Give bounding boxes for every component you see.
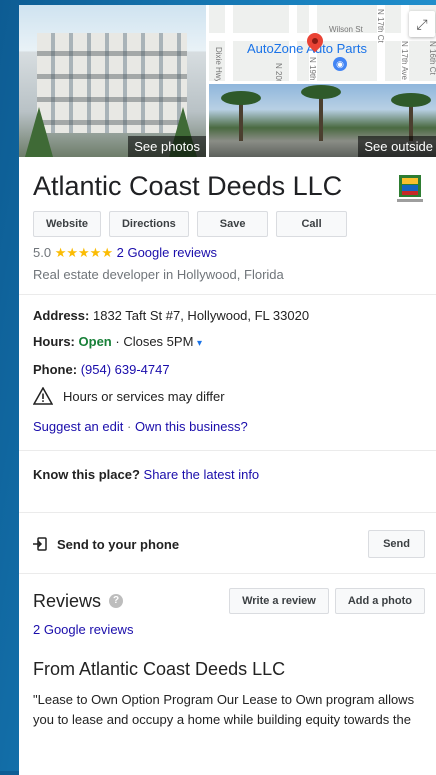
palm-graphic — [221, 91, 261, 141]
business-logo-icon — [397, 175, 423, 202]
know-question: Know this place? — [33, 467, 140, 482]
hours-notice: Hours or services may differ — [33, 387, 425, 405]
website-button[interactable]: Website — [33, 211, 101, 237]
reviews-heading: Reviews — [33, 590, 102, 611]
send-to-phone-icon — [33, 537, 47, 551]
from-business-text: "Lease to Own Option Program Our Lease t… — [33, 692, 415, 727]
map-thumbnail[interactable]: Wilson St AutoZone Auto Parts Dixie Hwy … — [209, 5, 436, 81]
reviews-count: 2 Google reviews — [19, 614, 436, 637]
help-icon[interactable]: ? — [109, 594, 124, 608]
write-review-button[interactable]: Write a review — [229, 588, 329, 614]
suggest-edit-link[interactable]: Suggest an edit — [33, 419, 123, 434]
business-panel: See photos Wilson St AutoZone Auto Parts… — [19, 5, 436, 775]
phone-link[interactable]: (954) 639-4747 — [81, 362, 170, 377]
suggest-row: Suggest an edit · Own this business? — [19, 405, 436, 434]
map-street-label: N 17th Ave — [400, 41, 409, 80]
photo-strip: See photos Wilson St AutoZone Auto Parts… — [19, 5, 436, 157]
review-buttons: Write a review Add a photo — [229, 588, 425, 614]
action-buttons: Website Directions Save Call — [19, 203, 436, 237]
reviews-link[interactable]: 2 Google reviews — [117, 245, 217, 260]
reviews-title: Reviews ? — [33, 590, 124, 612]
map-street-label: N 19th — [308, 57, 317, 81]
hours-open-status[interactable]: Open — [79, 334, 112, 349]
address-value[interactable]: 1832 Taft St #7, Hollywood, FL 33020 — [93, 308, 309, 323]
shopping-bag-icon: ◉ — [333, 57, 347, 71]
see-outside-caption[interactable]: See outside — [358, 136, 436, 157]
reviews-count-link[interactable]: 2 Google reviews — [33, 622, 133, 637]
info-section: Address: 1832 Taft St #7, Hollywood, FL … — [19, 295, 436, 405]
palm-graphic — [301, 85, 341, 141]
hours-close-time[interactable]: · Closes 5PM — [115, 334, 193, 349]
business-category: Real estate developer in Hollywood, Flor… — [33, 267, 284, 282]
send-label: Send to your phone — [57, 536, 180, 552]
save-button[interactable]: Save — [196, 211, 269, 237]
building-graphic — [37, 33, 187, 133]
map-street-label: Dixie Hwy — [214, 47, 223, 81]
map-street-label: Wilson St — [329, 25, 363, 34]
map-street-label: N 20th — [274, 63, 283, 81]
rating-row: 5.0 ★★★★★ 2 Google reviews — [19, 237, 436, 261]
hours-expand-icon[interactable]: ▾ — [197, 338, 202, 349]
send-button[interactable]: Send — [368, 530, 425, 558]
add-photo-button[interactable]: Add a photo — [334, 588, 425, 614]
know-row: Know this place? Share the latest info — [19, 451, 436, 482]
send-row: Send to your phone Send — [19, 513, 436, 561]
expand-map-icon[interactable]: ⤢ — [409, 11, 435, 37]
business-name: Atlantic Coast Deeds LLC — [33, 171, 343, 201]
map-street-label: N 16th Ct — [428, 41, 436, 75]
map-street-label: N 17th Ct — [376, 9, 385, 43]
send-to-phone: Send to your phone — [33, 537, 179, 552]
rating-value: 5.0 — [33, 245, 52, 260]
notice-text: Hours or services may differ — [63, 388, 225, 404]
rating-stars: ★★★★★ — [54, 245, 113, 260]
reviews-header: Reviews ? Write a review Add a photo — [19, 574, 436, 614]
address-line: Address: 1832 Taft St #7, Hollywood, FL … — [33, 307, 425, 325]
tree-graphic — [25, 107, 53, 157]
directions-button[interactable]: Directions — [108, 211, 189, 237]
phone-line: Phone: (954) 639-4747 — [33, 361, 425, 379]
share-info-link[interactable]: Share the latest info — [144, 467, 260, 482]
address-label: Address: — [33, 308, 90, 323]
own-business-link[interactable]: Own this business? — [135, 419, 248, 434]
hours-line: Hours: Open · Closes 5PM ▾ — [33, 333, 425, 353]
warning-icon — [33, 387, 53, 405]
map-road — [225, 5, 233, 81]
header: Atlantic Coast Deeds LLC — [19, 157, 436, 203]
from-business-title: From Atlantic Coast Deeds LLC — [33, 659, 286, 679]
photo-building[interactable]: See photos — [19, 5, 206, 157]
hours-label: Hours: — [33, 334, 75, 349]
photo-street-view[interactable]: See outside — [209, 84, 436, 157]
see-photos-caption[interactable]: See photos — [128, 136, 206, 157]
phone-label: Phone: — [33, 362, 78, 377]
call-button[interactable]: Call — [276, 211, 347, 237]
separator: · — [126, 419, 132, 434]
